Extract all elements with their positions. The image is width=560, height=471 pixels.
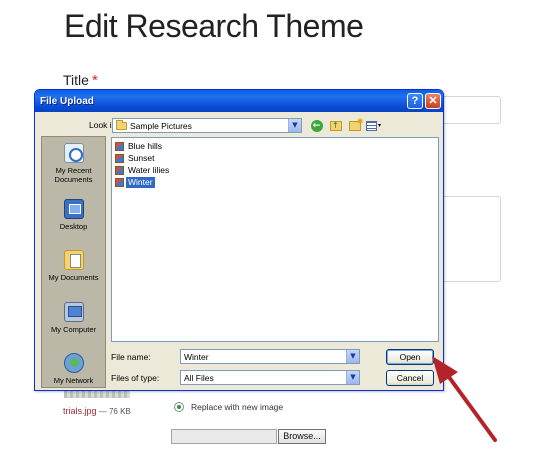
image-thumbnail	[64, 390, 130, 398]
look-in-value: Sample Pictures	[130, 120, 192, 131]
file-list[interactable]: Blue hills Sunset Water lilies Winter	[111, 137, 439, 342]
page-title: Edit Research Theme	[64, 8, 364, 44]
description-textarea[interactable]	[440, 196, 501, 282]
dialog-titlebar[interactable]: File Upload ? ✕	[35, 90, 443, 112]
file-item-label: Blue hills	[128, 141, 163, 151]
file-item-label: Water lilies	[128, 165, 170, 175]
replace-radio[interactable]	[174, 402, 184, 412]
desktop-icon	[63, 199, 84, 219]
file-item-sunset[interactable]: Sunset	[115, 153, 156, 164]
my-computer-icon	[63, 302, 84, 322]
dialog-title: File Upload	[40, 95, 94, 107]
file-name-value: Winter	[184, 351, 209, 362]
place-label: Desktop	[59, 222, 88, 231]
places-bar: My Recent Documents Desktop My Documents…	[41, 136, 106, 388]
chevron-down-icon[interactable]: ▼	[346, 371, 359, 384]
place-label: My Documents	[48, 273, 99, 282]
image-file-icon	[115, 166, 124, 175]
place-my-documents[interactable]: My Documents	[42, 250, 105, 282]
attachment-filename[interactable]: trials.jpg	[63, 406, 97, 416]
file-item-winter[interactable]: Winter	[115, 177, 155, 188]
view-menu-chevron-icon: ▾	[377, 122, 381, 129]
file-type-dropdown[interactable]: All Files ▼	[180, 370, 360, 385]
attachment-size: — 76 KB	[98, 407, 131, 416]
view-menu-button[interactable]: ▾	[366, 118, 381, 133]
file-name-field[interactable]: Winter ▼	[180, 349, 360, 364]
file-item-blue-hills[interactable]: Blue hills	[115, 141, 164, 152]
open-button[interactable]: Open	[386, 349, 434, 365]
required-marker: *	[91, 72, 98, 89]
place-my-computer[interactable]: My Computer	[42, 302, 105, 334]
title-input[interactable]	[440, 96, 501, 124]
chevron-down-icon[interactable]: ▼	[346, 350, 359, 363]
up-folder-button[interactable]: ↑	[328, 118, 343, 133]
file-item-label: Sunset	[128, 153, 155, 163]
file-upload-dialog: File Upload ? ✕ Look in: Sample Pictures…	[34, 89, 444, 391]
look-in-row: Look in: Sample Pictures ▼ ← ↑ ▾	[35, 117, 443, 135]
look-in-dropdown[interactable]: Sample Pictures ▼	[112, 118, 302, 133]
attachment-info: trials.jpg — 76 KB	[63, 406, 131, 416]
back-button[interactable]: ←	[309, 118, 324, 133]
back-arrow-icon: ←	[310, 119, 323, 132]
title-field-label: Title *	[63, 72, 98, 89]
file-name-label: File name:	[111, 352, 151, 362]
title-label-text: Title	[63, 72, 89, 88]
browse-button[interactable]: Browse...	[278, 429, 326, 444]
folder-icon	[116, 119, 127, 130]
close-button[interactable]: ✕	[425, 93, 441, 109]
view-menu-icon	[366, 120, 377, 131]
image-file-icon	[115, 142, 124, 151]
new-folder-button[interactable]	[347, 117, 364, 133]
place-recent-documents[interactable]: My Recent Documents	[42, 143, 105, 184]
place-my-network[interactable]: My Network	[42, 353, 105, 385]
recent-documents-icon	[63, 143, 84, 163]
cancel-button[interactable]: Cancel	[386, 370, 434, 386]
file-item-water-lilies[interactable]: Water lilies	[115, 165, 171, 176]
my-network-icon	[63, 353, 84, 373]
place-desktop[interactable]: Desktop	[42, 199, 105, 231]
file-path-field[interactable]	[171, 429, 277, 444]
place-label: My Computer	[50, 325, 96, 334]
place-label: My Network	[53, 376, 94, 385]
image-file-icon	[115, 178, 124, 187]
chevron-down-icon[interactable]: ▼	[288, 119, 301, 132]
dialog-toolbar: ← ↑ ▾	[309, 117, 385, 134]
my-documents-icon	[63, 250, 84, 270]
new-folder-icon	[348, 117, 364, 131]
place-label: My Recent Documents	[54, 166, 93, 184]
replace-radio-label: Replace with new image	[191, 402, 284, 412]
help-button[interactable]: ?	[407, 93, 423, 109]
image-file-icon	[115, 154, 124, 163]
file-type-label: Files of type:	[111, 373, 160, 383]
up-folder-icon: ↑	[329, 120, 342, 131]
file-type-value: All Files	[184, 372, 214, 383]
file-chooser: Browse...	[171, 429, 326, 444]
replace-image-option[interactable]: Replace with new image	[174, 402, 283, 412]
file-item-label: Winter	[126, 177, 155, 188]
